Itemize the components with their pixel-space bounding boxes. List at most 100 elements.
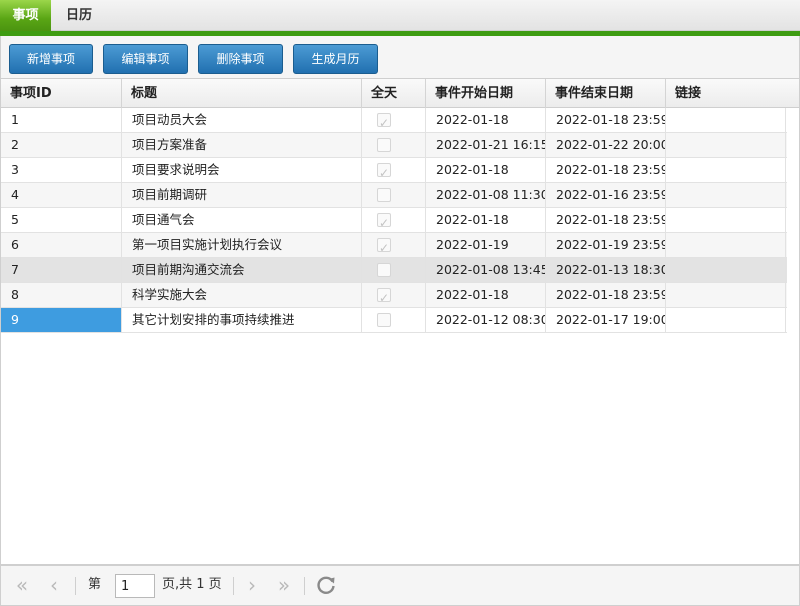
table-row[interactable]: 4项目前期调研 2022-01-08 11:30:02022-01-16 23:5…: [1, 183, 787, 208]
cell-link[interactable]: [666, 233, 786, 257]
grid-header: 事项ID 标题 全天 事件开始日期 事件结束日期 链接: [1, 78, 799, 108]
cell-link[interactable]: [666, 308, 786, 332]
cell-all-day[interactable]: [362, 133, 426, 157]
cell-link[interactable]: [666, 208, 786, 232]
column-header-start-date[interactable]: 事件开始日期: [426, 79, 546, 108]
cell-all-day[interactable]: [362, 108, 426, 132]
pager-separator: [75, 577, 76, 595]
toolbar: 新增事项 编辑事项 删除事项 生成月历: [0, 36, 800, 78]
cell-end-date[interactable]: 2022-01-18 23:59:5: [546, 108, 666, 132]
cell-start-date[interactable]: 2022-01-19: [426, 233, 546, 257]
generate-month-calendar-button[interactable]: 生成月历: [293, 44, 378, 74]
cell-id[interactable]: 6: [1, 233, 122, 257]
cell-start-date[interactable]: 2022-01-08 11:30:0: [426, 183, 546, 207]
table-row[interactable]: 9其它计划安排的事项持续推进 2022-01-12 08:30:02022-01-…: [1, 308, 787, 333]
column-header-all-day[interactable]: 全天: [362, 79, 426, 108]
table-row[interactable]: 3项目要求说明会 2022-01-182022-01-18 23:59:5: [1, 158, 787, 183]
cell-start-date[interactable]: 2022-01-18: [426, 158, 546, 182]
cell-title[interactable]: 科学实施大会: [122, 283, 362, 307]
cell-start-date[interactable]: 2022-01-18: [426, 283, 546, 307]
cell-end-date[interactable]: 2022-01-18 23:59:5: [546, 208, 666, 232]
cell-id[interactable]: 8: [1, 283, 122, 307]
refresh-icon[interactable]: [314, 573, 338, 597]
edit-item-button[interactable]: 编辑事项: [103, 44, 188, 74]
cell-title[interactable]: 其它计划安排的事项持续推进: [122, 308, 362, 332]
cell-start-date[interactable]: 2022-01-18: [426, 108, 546, 132]
cell-all-day[interactable]: [362, 258, 426, 282]
cell-title[interactable]: 项目方案准备: [122, 133, 362, 157]
cell-start-date[interactable]: 2022-01-08 13:45:0: [426, 258, 546, 282]
cell-all-day[interactable]: [362, 208, 426, 232]
cell-all-day[interactable]: [362, 283, 426, 307]
page-prefix-label: 第: [88, 577, 102, 592]
cell-end-date[interactable]: 2022-01-17 19:00:0: [546, 308, 666, 332]
cell-link[interactable]: [666, 133, 786, 157]
cell-title[interactable]: 项目前期调研: [122, 183, 362, 207]
chevron-left-icon[interactable]: ‹: [41, 572, 67, 598]
cell-end-date[interactable]: 2022-01-18 23:59:5: [546, 283, 666, 307]
all-day-checkbox[interactable]: [377, 161, 391, 182]
cell-link[interactable]: [666, 183, 786, 207]
all-day-checkbox[interactable]: [377, 188, 391, 202]
cell-all-day[interactable]: [362, 308, 426, 332]
page-number-input[interactable]: [115, 574, 155, 598]
all-day-checkbox[interactable]: [377, 211, 391, 232]
pager-separator: [233, 577, 234, 595]
cell-id[interactable]: 4: [1, 183, 122, 207]
double-chevron-right-icon[interactable]: »: [271, 572, 297, 598]
cell-start-date[interactable]: 2022-01-12 08:30:0: [426, 308, 546, 332]
cell-id[interactable]: 9: [1, 308, 122, 332]
tab-calendar[interactable]: 日历: [55, 0, 103, 31]
cell-link[interactable]: [666, 108, 786, 132]
cell-end-date[interactable]: 2022-01-22 20:00:0: [546, 133, 666, 157]
chevron-right-icon[interactable]: ›: [239, 572, 265, 598]
cell-link[interactable]: [666, 158, 786, 182]
column-header-end-date[interactable]: 事件结束日期: [546, 79, 666, 108]
double-chevron-left-icon[interactable]: «: [9, 572, 35, 598]
table-row[interactable]: 5项目通气会 2022-01-182022-01-18 23:59:5: [1, 208, 787, 233]
cell-id[interactable]: 3: [1, 158, 122, 182]
cell-title[interactable]: 项目通气会: [122, 208, 362, 232]
page-total-label: 页,共 1 页: [162, 577, 222, 592]
cell-end-date[interactable]: 2022-01-19 23:59:5: [546, 233, 666, 257]
cell-link[interactable]: [666, 258, 786, 282]
pager-separator: [304, 577, 305, 595]
add-item-button[interactable]: 新增事项: [9, 44, 93, 74]
cell-end-date[interactable]: 2022-01-16 23:59:5: [546, 183, 666, 207]
table-row[interactable]: 8科学实施大会 2022-01-182022-01-18 23:59:5: [1, 283, 787, 308]
tab-strip: 事项 日历: [0, 0, 800, 31]
cell-id[interactable]: 2: [1, 133, 122, 157]
cell-all-day[interactable]: [362, 183, 426, 207]
column-header-link[interactable]: 链接: [666, 79, 799, 108]
cell-all-day[interactable]: [362, 158, 426, 182]
all-day-checkbox[interactable]: [377, 111, 391, 132]
all-day-checkbox[interactable]: [377, 286, 391, 307]
cell-end-date[interactable]: 2022-01-18 23:59:5: [546, 158, 666, 182]
cell-id[interactable]: 1: [1, 108, 122, 132]
cell-start-date[interactable]: 2022-01-18: [426, 208, 546, 232]
table-row[interactable]: 2项目方案准备 2022-01-21 16:15:02022-01-22 20:0…: [1, 133, 787, 158]
all-day-checkbox[interactable]: [377, 313, 391, 327]
cell-id[interactable]: 5: [1, 208, 122, 232]
column-header-title[interactable]: 标题: [122, 79, 362, 108]
all-day-checkbox[interactable]: [377, 236, 391, 257]
cell-link[interactable]: [666, 283, 786, 307]
table-row[interactable]: 7项目前期沟通交流会 2022-01-08 13:45:02022-01-13 1…: [1, 258, 787, 283]
cell-title[interactable]: 项目动员大会: [122, 108, 362, 132]
cell-start-date[interactable]: 2022-01-21 16:15:0: [426, 133, 546, 157]
cell-title[interactable]: 项目前期沟通交流会: [122, 258, 362, 282]
pagination-bar: « ‹ 第 页,共 1 页 › »: [0, 565, 800, 606]
cell-id[interactable]: 7: [1, 258, 122, 282]
cell-all-day[interactable]: [362, 233, 426, 257]
cell-title[interactable]: 第一项目实施计划执行会议: [122, 233, 362, 257]
all-day-checkbox[interactable]: [377, 263, 391, 277]
delete-item-button[interactable]: 删除事项: [198, 44, 283, 74]
column-header-id[interactable]: 事项ID: [1, 79, 122, 108]
table-row[interactable]: 6第一项目实施计划执行会议 2022-01-192022-01-19 23:59:…: [1, 233, 787, 258]
items-grid: 事项ID 标题 全天 事件开始日期 事件结束日期 链接 1项目动员大会 2022-…: [0, 78, 800, 565]
cell-end-date[interactable]: 2022-01-13 18:30:0: [546, 258, 666, 282]
all-day-checkbox[interactable]: [377, 138, 391, 152]
table-row[interactable]: 1项目动员大会 2022-01-182022-01-18 23:59:5: [1, 108, 787, 133]
cell-title[interactable]: 项目要求说明会: [122, 158, 362, 182]
tab-items[interactable]: 事项: [0, 0, 51, 31]
